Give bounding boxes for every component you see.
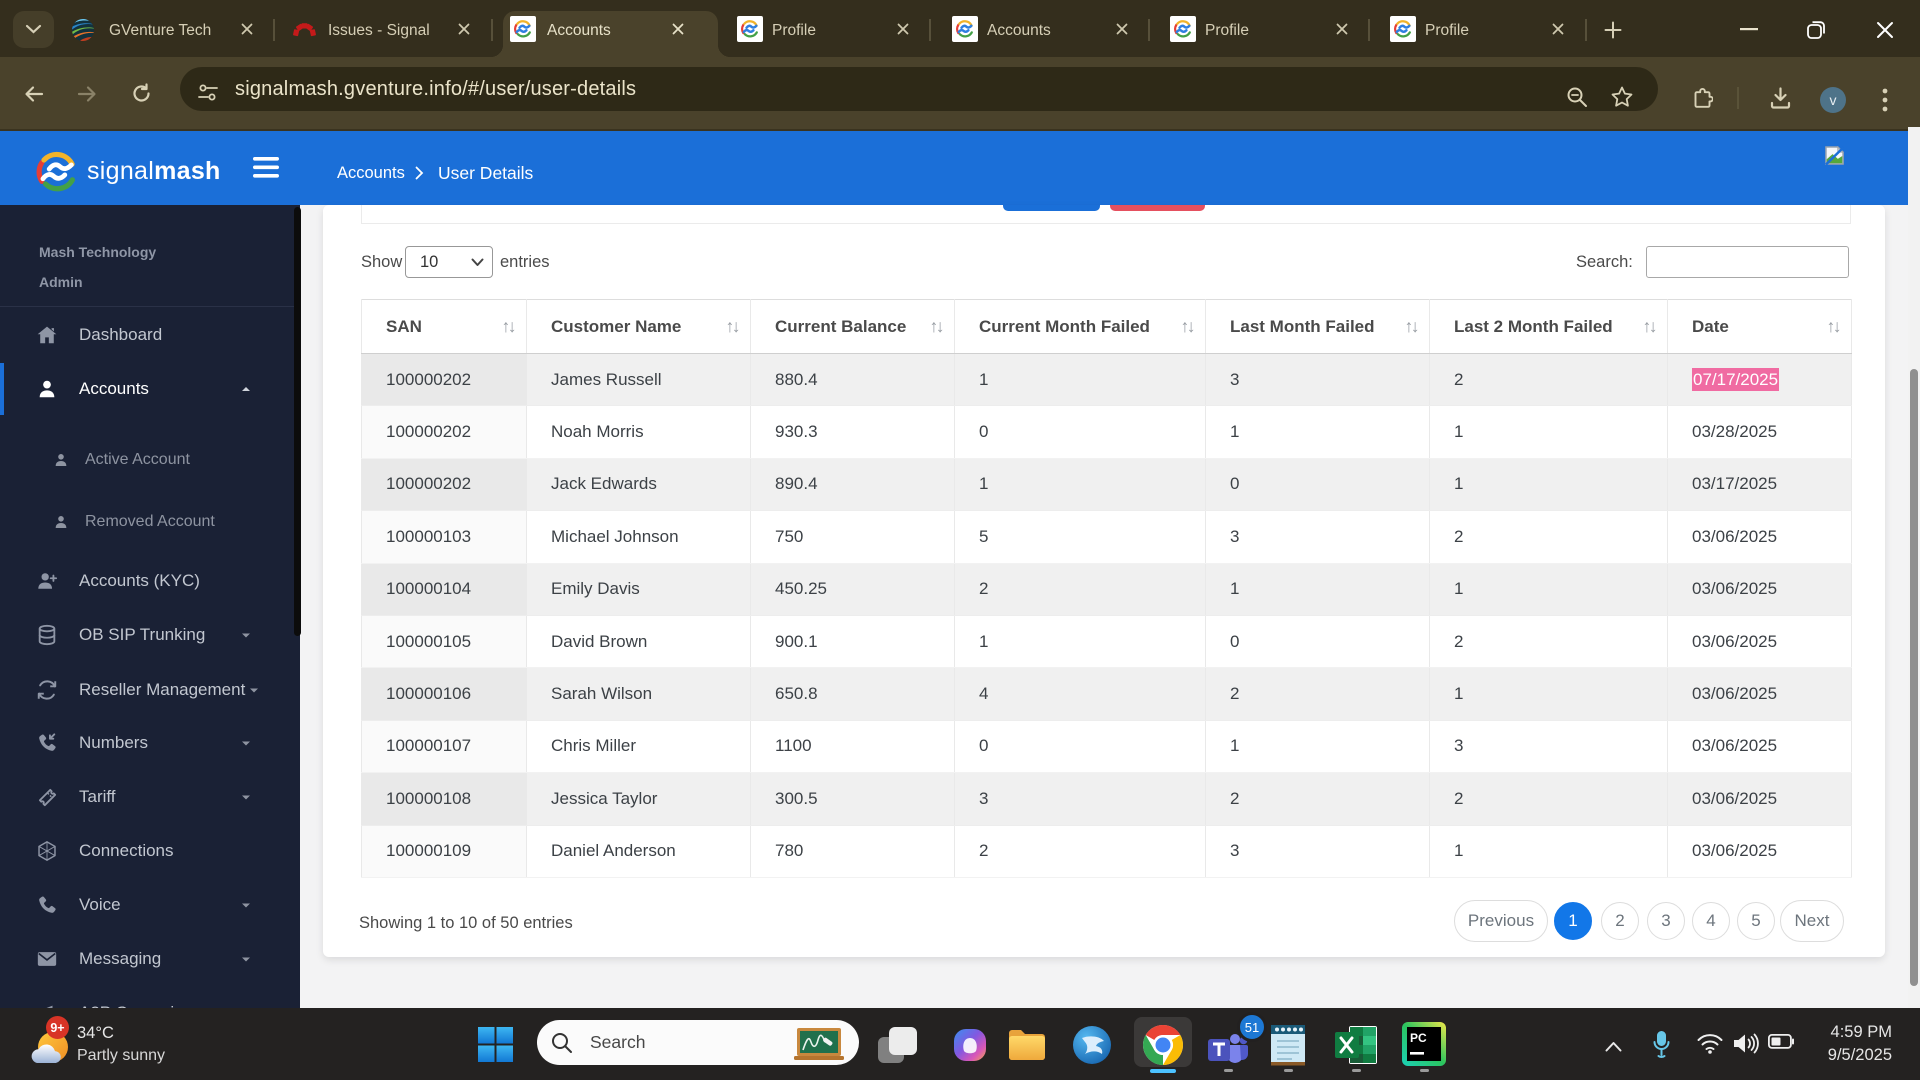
svg-text:PC: PC <box>1410 1031 1427 1045</box>
